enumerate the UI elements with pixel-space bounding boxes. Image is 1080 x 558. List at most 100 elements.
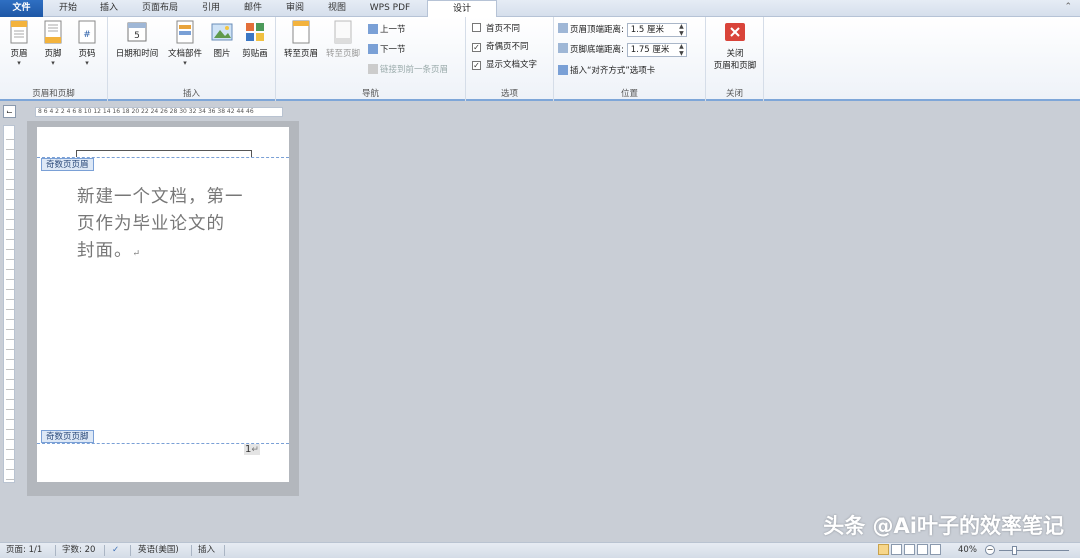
group-header-footer: 页眉 ▾ 页脚 ▾ # 页码 ▾ 页眉和页脚 (0, 17, 108, 101)
vertical-ruler[interactable] (3, 125, 15, 483)
tab-home[interactable]: 开始 (51, 0, 85, 17)
tab-view[interactable]: 视图 (320, 0, 354, 17)
insert-alignment-tab-button[interactable]: 插入“对齐方式”选项卡 (558, 64, 655, 78)
ribbon: 页眉 ▾ 页脚 ▾ # 页码 ▾ 页眉和页脚 5 日期和时间 文档部件 ▾ 图片 (0, 17, 1080, 101)
zoom-level[interactable]: 40% (958, 543, 977, 558)
group-label: 关闭 (725, 89, 743, 99)
show-document-text-label: 显示文档文字 (486, 60, 538, 70)
chevron-down-icon: ▾ (17, 59, 21, 67)
tab-selector[interactable]: ⌙ (3, 105, 16, 118)
word-count[interactable]: 字数: 20 (62, 543, 95, 558)
zoom-thumb[interactable] (1012, 546, 1017, 555)
group-close: 关闭 页眉和页脚 关闭 (706, 17, 764, 101)
footer-bottom-label: 页脚底端距离: (570, 45, 624, 55)
proofing-icon[interactable]: ✓ (112, 543, 119, 558)
header-button-label: 页眉 (10, 49, 28, 59)
footer-bottom-value: 1.75 厘米 (630, 45, 670, 55)
date-time-button[interactable]: 5 日期和时间 (112, 20, 162, 59)
next-section-label: 下一节 (380, 45, 406, 55)
web-layout-view-icon[interactable] (904, 544, 915, 555)
tab-mailings[interactable]: 邮件 (236, 0, 270, 17)
horizontal-ruler[interactable]: 8 6 4 2 2 4 6 8 10 12 14 16 18 20 22 24 … (35, 107, 283, 117)
picture-label: 图片 (213, 49, 231, 59)
spinner-arrows-icon[interactable]: ▲ ▼ (679, 23, 684, 37)
header-top-value: 1.5 厘米 (630, 25, 664, 35)
zoom-slider[interactable]: − (985, 545, 1075, 556)
checkbox-box[interactable]: ✓ (472, 61, 481, 70)
show-document-text-checkbox[interactable]: ✓ 显示文档文字 (472, 58, 537, 72)
view-buttons (878, 544, 943, 557)
calendar-icon: 5 (127, 22, 147, 42)
paragraph-mark-icon: ↵ (132, 249, 142, 259)
group-label: 插入 (182, 89, 200, 99)
document-body-text[interactable]: 新建一个文档，第一 页作为毕业论文的 封面。↵ (77, 184, 255, 268)
link-to-previous-button[interactable]: 链接到前一条页眉 (368, 63, 448, 77)
full-screen-reading-view-icon[interactable] (891, 544, 902, 555)
print-layout-view-icon[interactable] (878, 544, 889, 555)
tab-insert[interactable]: 插入 (92, 0, 126, 17)
language[interactable]: 英语(美国) (138, 543, 179, 558)
close-header-footer-button[interactable]: 关闭 页眉和页脚 (708, 20, 762, 71)
different-first-page-checkbox[interactable]: 首页不同 (472, 22, 520, 36)
footer-button[interactable]: 页脚 ▾ (38, 20, 68, 67)
document-page[interactable] (37, 127, 289, 482)
tab-references[interactable]: 引用 (194, 0, 228, 17)
ribbon-tab-bar: 文件 开始 插入 页面布局 引用 邮件 审阅 视图 WPS PDF 设计 ⌃ (0, 0, 1080, 18)
page-count[interactable]: 页面: 1/1 (6, 543, 42, 558)
different-odd-even-checkbox[interactable]: ✓ 奇偶页不同 (472, 40, 529, 54)
clip-art-button[interactable]: 剪贴画 (238, 20, 272, 59)
close-label-line1: 关闭 (726, 49, 744, 59)
spinner-arrows-icon[interactable]: ▲ ▼ (679, 43, 684, 57)
close-label-line2: 页眉和页脚 (713, 61, 757, 71)
footer-bottom-input[interactable]: 1.75 厘米 ▲ ▼ (626, 43, 687, 57)
checkbox-box[interactable] (472, 23, 481, 32)
odd-page-footer-tag: 奇数页页脚 (41, 430, 94, 443)
insert-alignment-tab-label: 插入“对齐方式”选项卡 (570, 66, 656, 76)
different-first-page-label: 首页不同 (486, 24, 521, 34)
previous-section-label: 上一节 (380, 25, 406, 35)
tab-review[interactable]: 审阅 (278, 0, 312, 17)
chevron-down-icon: ▾ (183, 59, 187, 67)
goto-footer-button[interactable]: 转至页脚 (322, 20, 364, 59)
header-top-distance: 页眉顶端距离: 1.5 厘米 ▲ ▼ (558, 23, 687, 37)
outline-view-icon[interactable] (917, 544, 928, 555)
header-top-input[interactable]: 1.5 厘米 ▲ ▼ (626, 23, 687, 37)
checkbox-box[interactable]: ✓ (472, 43, 481, 52)
tab-wps-pdf[interactable]: WPS PDF (362, 0, 418, 17)
divider (55, 545, 56, 556)
tab-page-layout[interactable]: 页面布局 (134, 0, 186, 17)
tab-file[interactable]: 文件 (0, 0, 43, 17)
divider (191, 545, 192, 556)
next-section-icon (368, 44, 378, 54)
svg-text:5: 5 (134, 31, 140, 41)
goto-footer-icon (334, 20, 352, 44)
zoom-out-icon[interactable]: − (985, 545, 995, 555)
footer-bottom-distance: 页脚底端距离: 1.75 厘米 ▲ ▼ (558, 43, 687, 57)
page-number-field[interactable]: 1↵ (244, 444, 260, 455)
insert-mode[interactable]: 插入 (198, 543, 215, 558)
clip-art-icon (246, 23, 264, 41)
group-navigation: 转至页眉 转至页脚 上一节 下一节 链接到前一条页眉 导航 (276, 17, 466, 101)
zoom-track[interactable] (999, 550, 1069, 551)
body-line: 新建一个文档，第一 (77, 187, 244, 207)
footer-button-label: 页脚 (44, 49, 62, 59)
quick-parts-button[interactable]: 文档部件 ▾ (164, 20, 206, 67)
ribbon-minimize-icon[interactable]: ⌃ (1064, 2, 1072, 12)
goto-header-button[interactable]: 转至页眉 (280, 20, 322, 59)
picture-button[interactable]: 图片 (208, 20, 236, 59)
previous-section-icon (368, 24, 378, 34)
goto-header-icon (292, 20, 310, 44)
header-button[interactable]: 页眉 ▾ (4, 20, 34, 67)
tab-design[interactable]: 设计 (427, 0, 497, 18)
next-section-button[interactable]: 下一节 (368, 43, 406, 57)
divider (104, 545, 105, 556)
header-content-box[interactable] (76, 150, 252, 157)
chevron-down-icon: ▾ (85, 59, 89, 67)
header-icon (10, 20, 28, 44)
footer-distance-icon (558, 43, 568, 53)
draft-view-icon[interactable] (930, 544, 941, 555)
link-icon (368, 64, 378, 74)
page-number-button[interactable]: # 页码 ▾ (72, 20, 102, 67)
header-top-label: 页眉顶端距离: (570, 25, 624, 35)
previous-section-button[interactable]: 上一节 (368, 23, 406, 37)
